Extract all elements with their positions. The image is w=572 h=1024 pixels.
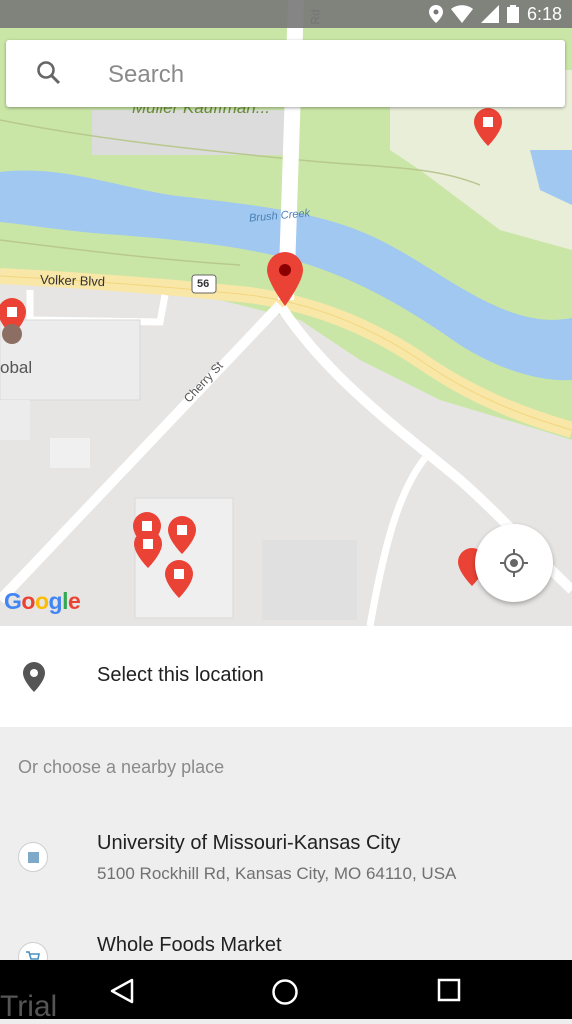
crosshair-icon [500,549,528,577]
battery-icon [506,5,519,23]
place-name: University of Missouri-Kansas City [97,832,401,854]
signal-icon [480,5,499,23]
search-icon[interactable] [36,60,62,86]
home-icon[interactable] [271,978,299,1006]
back-icon[interactable] [108,978,136,1004]
wifi-icon [450,5,473,23]
university-icon [18,842,48,872]
route-shield-label: 56 [197,278,210,290]
street-label-volker: Volker Blvd [39,271,106,290]
search-input[interactable] [106,54,540,96]
list-item-place-umkc[interactable]: University of Missouri-Kansas City 5100 … [0,822,572,902]
place-name: Whole Foods Market [97,934,282,956]
my-location-button[interactable] [475,524,553,602]
status-bar: 6:18 [0,0,572,28]
place-label-left: obal [0,358,33,377]
select-location-row[interactable]: Select this location [0,626,572,727]
select-location-label: Select this location [97,664,264,686]
location-status-icon [428,5,443,23]
recents-icon[interactable] [437,978,461,1002]
navigation-bar [0,960,572,1019]
search-bar[interactable] [6,40,565,107]
place-pin-icon [23,662,45,692]
place-address: 5100 Rockhill Rd, Kansas City, MO 64110,… [97,864,457,883]
google-attribution-logo: Google [4,588,81,614]
status-time: 6:18 [526,3,562,24]
nearby-places-panel: Or choose a nearby place University of M… [0,727,572,972]
nearby-header: Or choose a nearby place [18,757,225,777]
